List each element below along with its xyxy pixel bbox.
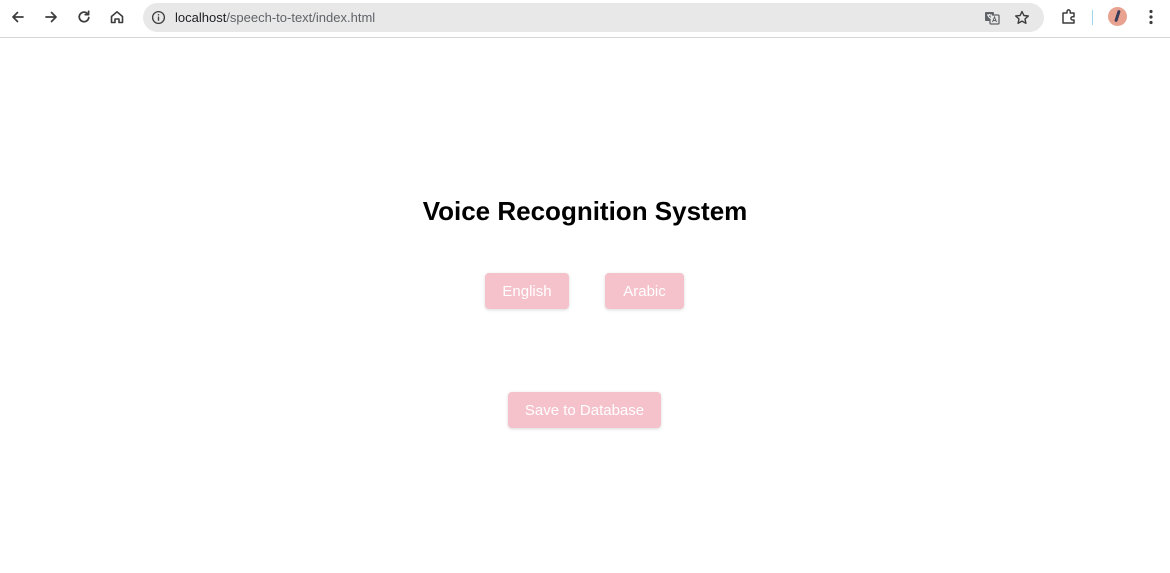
- home-button[interactable]: [104, 5, 130, 29]
- english-button[interactable]: English: [485, 273, 569, 309]
- kebab-menu-icon: [1149, 9, 1153, 25]
- forward-button[interactable]: [38, 5, 64, 29]
- arrow-right-icon: [45, 11, 57, 23]
- url-text[interactable]: localhost/speech-to-text/index.html: [175, 9, 375, 26]
- menu-button[interactable]: [1141, 7, 1161, 27]
- arabic-button[interactable]: Arabic: [605, 273, 684, 309]
- address-bar[interactable]: localhost/speech-to-text/index.html: [143, 3, 1044, 32]
- url-path: /speech-to-text/index.html: [226, 10, 376, 25]
- extensions-button[interactable]: [1059, 7, 1079, 27]
- url-host: localhost: [175, 10, 227, 25]
- profile-avatar[interactable]: [1108, 7, 1127, 26]
- browser-toolbar: localhost/speech-to-text/index.html: [0, 0, 1170, 38]
- puzzle-icon: [1062, 9, 1075, 24]
- toolbar-separator: [1092, 10, 1093, 25]
- translate-icon[interactable]: [983, 9, 1001, 27]
- save-to-database-button[interactable]: Save to Database: [508, 392, 661, 428]
- info-icon[interactable]: [151, 10, 166, 25]
- reload-button[interactable]: [71, 5, 97, 29]
- star-icon[interactable]: [1013, 9, 1031, 27]
- reload-icon: [78, 10, 90, 23]
- arrow-left-icon: [12, 11, 24, 23]
- page-title: Voice Recognition System: [422, 196, 748, 226]
- home-icon: [110, 11, 124, 24]
- back-button[interactable]: [5, 5, 31, 29]
